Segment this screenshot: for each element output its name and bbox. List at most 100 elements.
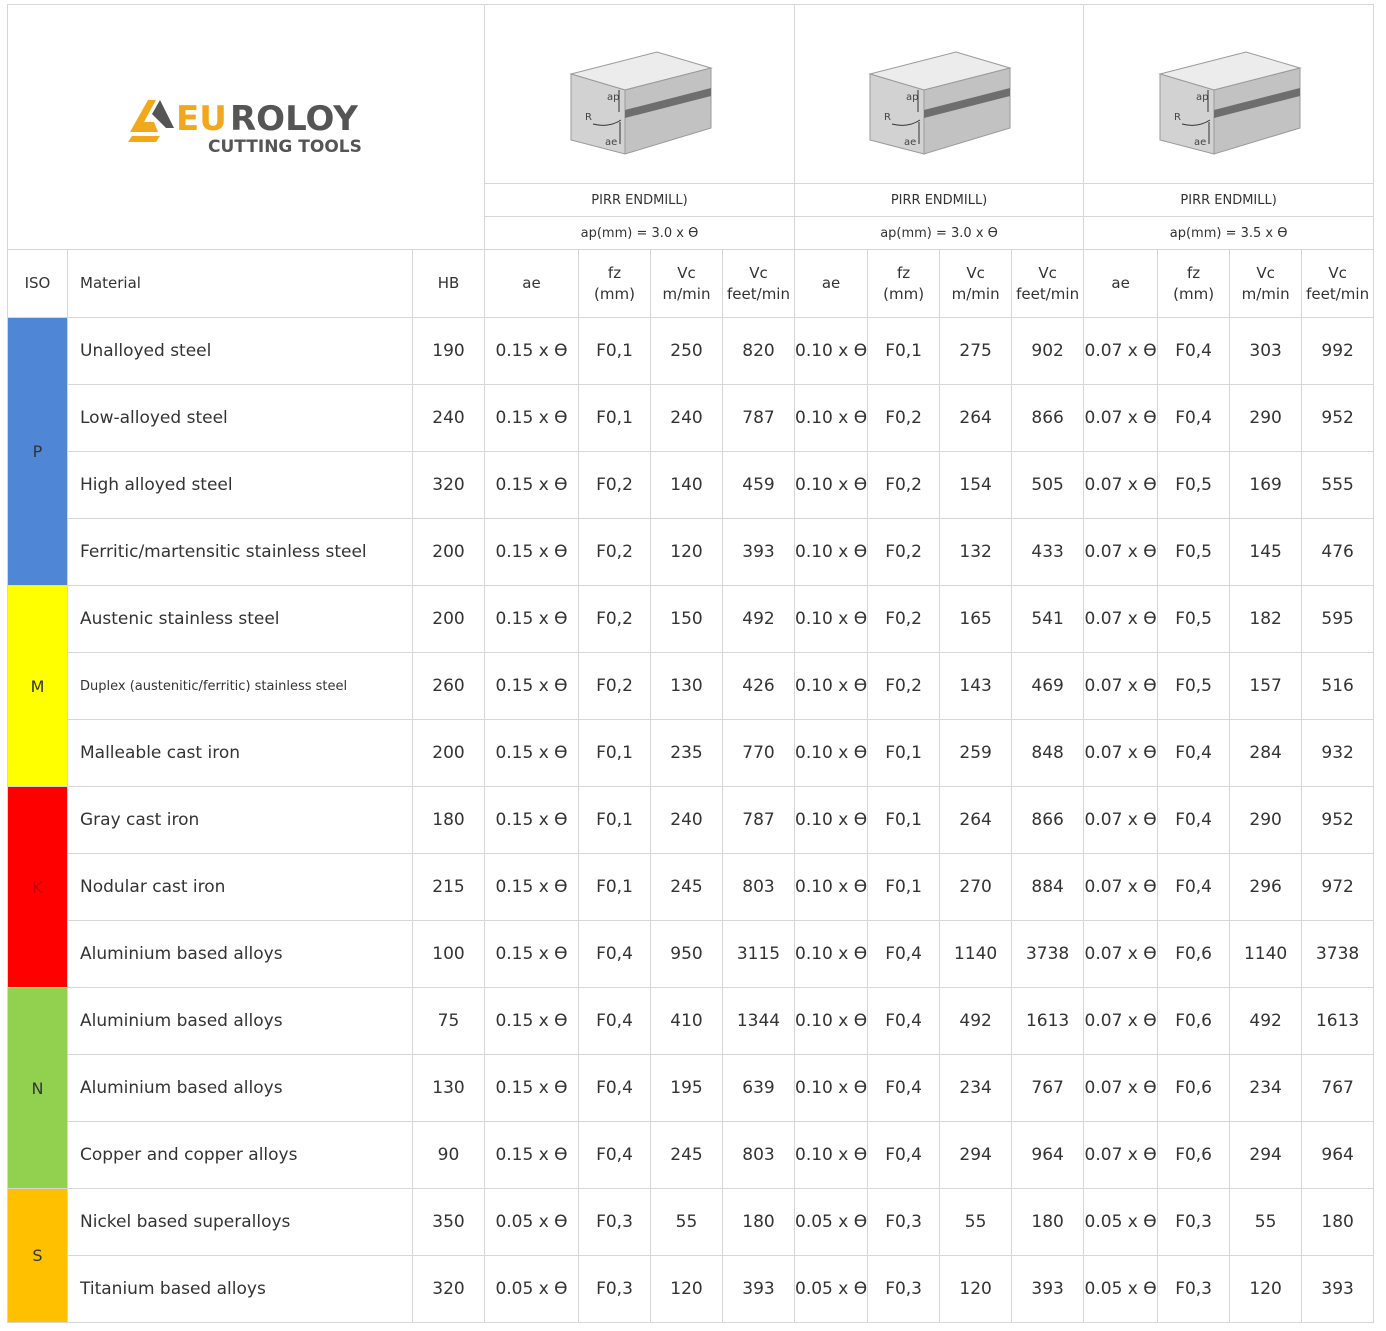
fz-value: F0,1	[578, 384, 651, 452]
vc-ft-value: 492	[722, 585, 795, 653]
ae-value: 0.15 x ϴ	[484, 451, 579, 519]
table-row: P Unalloyed steel 190 0.15 x ϴ F0,1 250 820 0.1…	[7, 317, 1375, 586]
fz-value: F0,6	[1157, 1121, 1231, 1189]
diagram-label: ae	[1194, 137, 1206, 148]
fz-value: F0,4	[867, 920, 941, 988]
hb-value: 75	[412, 987, 485, 1055]
fz-value: F0,2	[578, 451, 651, 519]
vc-m-value: 140	[650, 451, 723, 519]
table-row: Ferritic/martensitic stainless steel 200 0…	[8, 518, 1375, 586]
ae-value: 0.15 x ϴ	[484, 987, 579, 1055]
vc-ft-value: 639	[722, 1054, 795, 1122]
fz-value: F0,5	[1157, 652, 1231, 720]
ae-value: 0.07 x ϴ	[1083, 585, 1159, 653]
vc-ft-value: 767	[1011, 1054, 1085, 1122]
fz-value: F0,4	[1157, 853, 1231, 921]
ae-value: 0.15 x ϴ	[484, 853, 579, 921]
diagram-label: ae	[605, 137, 617, 148]
vc-m-value: 259	[939, 719, 1013, 787]
vc-m-value: 120	[1229, 1255, 1303, 1323]
vc-ft-value: 393	[722, 1255, 795, 1323]
ae-value: 0.15 x ϴ	[484, 1121, 579, 1189]
vc-m-value: 195	[650, 1054, 723, 1122]
table-row: Malleable cast iron 200 0.15 x ϴ F0,1 235 770…	[8, 719, 1375, 787]
material-name: Titanium based alloys	[67, 1255, 413, 1323]
fz-value: F0,6	[1157, 987, 1231, 1055]
vc-m-value: 150	[650, 585, 723, 653]
fz-value: F0,2	[867, 585, 941, 653]
ae-value: 0.15 x ϴ	[484, 1054, 579, 1122]
ae-value: 0.07 x ϴ	[1083, 920, 1159, 988]
fz-value: F0,2	[867, 384, 941, 452]
hb-value: 350	[412, 1188, 485, 1256]
logo-tagline: CUTTING TOOLS	[208, 137, 362, 157]
iso-group-s: S	[7, 1188, 68, 1323]
col-header-fz: fz (mm)	[1157, 249, 1231, 318]
logo-wordmark-eu: EU	[176, 99, 227, 139]
material-name: Aluminium based alloys	[67, 987, 413, 1055]
ae-value: 0.07 x ϴ	[1083, 317, 1159, 385]
vc-ft-value: 1613	[1301, 987, 1375, 1055]
vc-m-value: 55	[650, 1188, 723, 1256]
hb-value: 320	[412, 451, 485, 519]
fz-value: F0,5	[1157, 585, 1231, 653]
hb-value: 200	[412, 719, 485, 787]
fz-value: F0,2	[578, 585, 651, 653]
vc-m-value: 130	[650, 652, 723, 720]
fz-value: F0,3	[578, 1188, 651, 1256]
fz-value: F0,1	[578, 317, 651, 385]
vc-ft-value: 952	[1301, 786, 1375, 854]
cutting-data-table: EU ROLOY CUTTING TOOLS ap Rae ap Rae ap Rae P…	[7, 4, 1375, 1323]
fz-value: F0,1	[578, 786, 651, 854]
vc-m-value: 250	[650, 317, 723, 385]
vc-ft-value: 1344	[722, 987, 795, 1055]
iso-group-m: M	[7, 585, 68, 787]
hb-value: 200	[412, 585, 485, 653]
col-header-hb: HB	[412, 249, 485, 318]
vc-ft-value: 770	[722, 719, 795, 787]
vc-m-value: 235	[650, 719, 723, 787]
ae-value: 0.05 x ϴ	[793, 1255, 869, 1323]
diagram-label: ap	[607, 92, 619, 103]
ae-value: 0.15 x ϴ	[484, 719, 579, 787]
ae-value: 0.10 x ϴ	[793, 317, 869, 385]
hb-value: 320	[412, 1255, 485, 1323]
fz-value: F0,2	[867, 652, 941, 720]
table-row: Copper and copper alloys 90 0.15 x ϴ F0,4 24…	[8, 1121, 1375, 1189]
vc-m-value: 294	[1229, 1121, 1303, 1189]
col-header-iso: ISO	[7, 249, 68, 318]
fz-value: F0,4	[1157, 317, 1231, 385]
fz-value: F0,4	[1157, 786, 1231, 854]
vc-m-value: 169	[1229, 451, 1303, 519]
fz-value: F0,4	[578, 920, 651, 988]
vc-m-value: 120	[650, 518, 723, 586]
vc-ft-value: 964	[1011, 1121, 1085, 1189]
col-header-ae: ae	[1083, 249, 1159, 318]
fz-value: F0,3	[867, 1188, 941, 1256]
hb-value: 240	[412, 384, 485, 452]
fz-value: F0,5	[1157, 518, 1231, 586]
col-header-vc-m: Vc m/min	[650, 249, 723, 318]
fz-value: F0,2	[867, 451, 941, 519]
fz-value: F0,6	[1157, 920, 1231, 988]
tool-ap-value: ap(mm) = 3.0 x ϴ	[793, 216, 1085, 250]
vc-ft-value: 848	[1011, 719, 1085, 787]
ae-value: 0.10 x ϴ	[793, 853, 869, 921]
vc-m-value: 154	[939, 451, 1013, 519]
vc-ft-value: 393	[1011, 1255, 1085, 1323]
material-name: High alloyed steel	[67, 451, 413, 519]
vc-m-value: 290	[1229, 384, 1303, 452]
ae-value: 0.07 x ϴ	[1083, 451, 1159, 519]
ae-value: 0.15 x ϴ	[484, 786, 579, 854]
vc-m-value: 55	[1229, 1188, 1303, 1256]
tool-diagram-cell: ap Rae	[793, 4, 1085, 184]
vc-m-value: 270	[939, 853, 1013, 921]
vc-ft-value: 866	[1011, 786, 1085, 854]
vc-m-value: 1140	[1229, 920, 1303, 988]
vc-ft-value: 902	[1011, 317, 1085, 385]
diagram-label: R	[884, 112, 891, 123]
ae-value: 0.10 x ϴ	[793, 786, 869, 854]
col-header-vc-ft: Vc feet/min	[1011, 249, 1085, 318]
vc-ft-value: 972	[1301, 853, 1375, 921]
ae-value: 0.07 x ϴ	[1083, 987, 1159, 1055]
